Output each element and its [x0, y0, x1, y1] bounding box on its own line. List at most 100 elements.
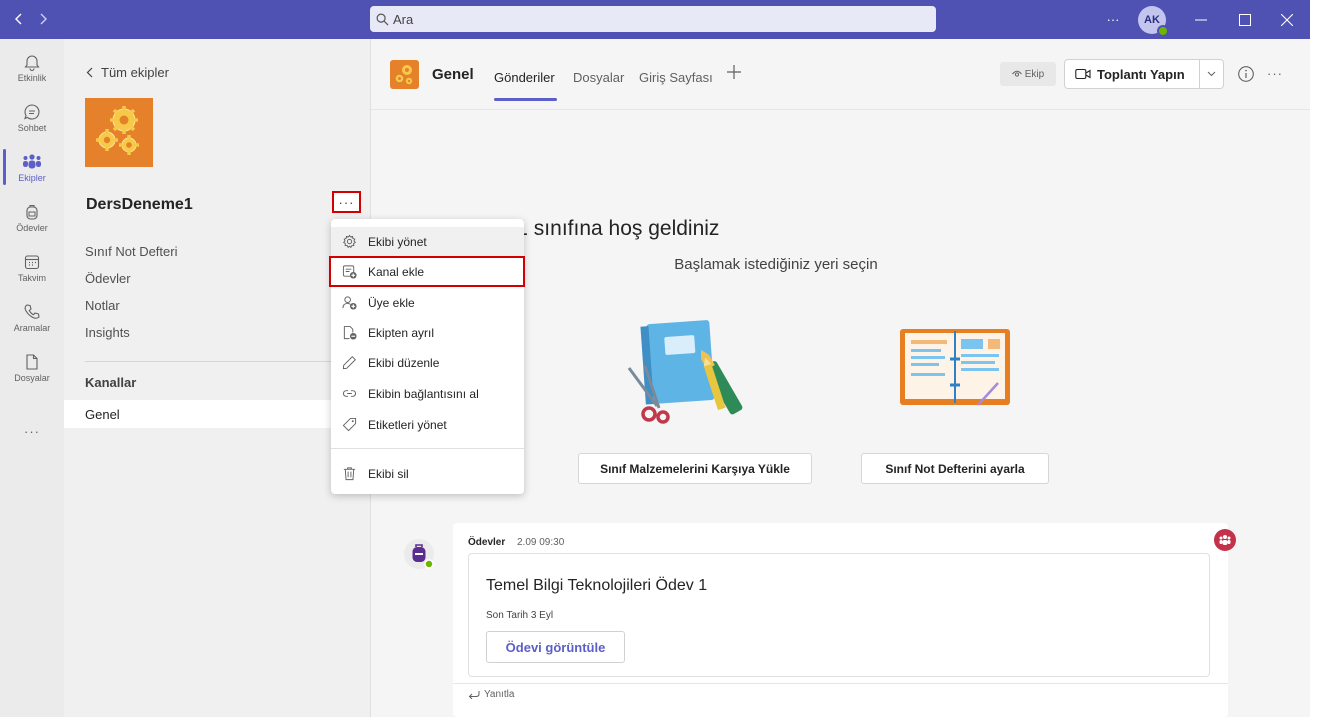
team-pane: Tüm ekipler DersDeneme1 ··· Sınıf Not De… — [64, 39, 371, 717]
leave-icon — [341, 325, 357, 341]
menu-label: Ekibi sil — [368, 466, 409, 481]
view-assignment-button[interactable]: Ödevi görüntüle — [486, 631, 625, 663]
assignment-title: Temel Bilgi Teknolojileri Ödev 1 — [486, 577, 708, 594]
rail-item-teams[interactable]: Ekipler — [0, 143, 64, 193]
team-visibility-chip: Ekip — [1000, 62, 1056, 86]
nav-insights[interactable]: Insights — [85, 325, 130, 340]
info-icon[interactable] — [1237, 65, 1255, 83]
teams-window: Ara ··· AK Etkinlik Sohbet Ekipler Ödevl… — [0, 0, 1320, 717]
add-member-icon — [341, 295, 357, 311]
nav-grades[interactable]: Notlar — [85, 298, 120, 313]
menu-item-edit-team[interactable]: Ekibi düzenle — [331, 348, 524, 377]
meet-now-button[interactable]: Toplantı Yapın — [1064, 59, 1200, 89]
menu-item-manage-tags[interactable]: Etiketleri yönet — [331, 410, 524, 439]
rail-item-activity[interactable]: Etkinlik — [0, 43, 64, 93]
menu-item-add-member[interactable]: Üye ekle — [331, 288, 524, 317]
trash-icon — [341, 466, 357, 482]
rail-item-calendar[interactable]: Takvim — [0, 243, 64, 293]
team-more-options-button[interactable]: ··· — [332, 191, 361, 213]
upload-class-materials-button[interactable]: Sınıf Malzemelerini Karşıya Yükle — [578, 453, 812, 484]
menu-label: Kanal ekle — [368, 264, 425, 279]
window-edge — [1310, 0, 1320, 717]
file-icon — [23, 353, 41, 371]
all-teams-link[interactable]: Tüm ekipler — [86, 65, 169, 80]
phone-icon — [23, 303, 41, 321]
channel-title: Genel — [432, 66, 474, 83]
menu-separator — [331, 448, 524, 449]
rail-more-apps[interactable]: ··· — [0, 421, 64, 441]
assignment-due-date: Son Tarih 3 Eyl — [486, 610, 554, 621]
tab-files[interactable]: Dosyalar — [573, 70, 624, 85]
avatar[interactable]: AK — [1138, 6, 1169, 37]
menu-item-get-link[interactable]: Ekibin bağlantısını al — [331, 379, 524, 408]
chat-icon — [23, 103, 41, 121]
minimize-icon[interactable] — [1184, 0, 1218, 39]
menu-label: Ekibi düzenle — [368, 355, 440, 370]
bell-icon — [23, 53, 41, 71]
menu-item-add-channel[interactable]: Kanal ekle — [329, 256, 525, 287]
rail-item-files[interactable]: Dosyalar — [0, 343, 64, 393]
rail-label-chat: Sohbet — [17, 123, 47, 133]
menu-label: Üye ekle — [368, 295, 415, 310]
rail-label-calendar: Takvim — [17, 273, 46, 283]
gears-icon — [96, 106, 139, 155]
calendar-icon — [23, 253, 41, 271]
menu-item-leave-team[interactable]: Ekipten ayrıl — [331, 318, 524, 347]
menu-item-manage-team[interactable]: Ekibi yönet — [331, 227, 524, 256]
team-badge-icon — [1214, 529, 1236, 551]
team-context-menu: Ekibi yönet Kanal ekle Üye ekle Ekipten … — [329, 219, 525, 494]
channel-logo — [390, 60, 419, 89]
channel-item-genel[interactable]: Genel — [64, 400, 370, 428]
menu-label: Ekipten ayrıl — [368, 325, 435, 340]
rail-item-chat[interactable]: Sohbet — [0, 93, 64, 143]
active-tab-indicator — [494, 98, 557, 101]
nav-assignments[interactable]: Ödevler — [85, 271, 131, 286]
team-logo — [85, 98, 153, 167]
tab-home-page[interactable]: Giriş Sayfası — [639, 70, 713, 85]
rail-label-activity: Etkinlik — [17, 73, 47, 83]
meet-now-label: Toplantı Yapın — [1097, 66, 1185, 82]
rail-item-calls[interactable]: Aramalar — [0, 293, 64, 343]
tag-icon — [341, 417, 357, 433]
setup-class-notebook-button[interactable]: Sınıf Not Defterini ayarla — [861, 453, 1049, 484]
menu-label: Etiketleri yönet — [368, 417, 447, 432]
chevron-down-icon — [1207, 71, 1216, 77]
maximize-icon[interactable] — [1228, 0, 1262, 39]
video-camera-icon — [1075, 68, 1091, 80]
rail-label-teams: Ekipler — [18, 173, 46, 183]
all-teams-label: Tüm ekipler — [101, 65, 169, 80]
reply-label: Yanıtla — [484, 689, 515, 700]
gear-icon — [341, 234, 357, 250]
backpack-icon — [412, 544, 434, 569]
rail-label-files: Dosyalar — [14, 373, 50, 383]
close-icon[interactable] — [1270, 0, 1304, 39]
eye-icon — [1011, 70, 1022, 78]
pencil-icon — [341, 355, 357, 371]
channel-header: Genel Gönderiler Dosyalar Giriş Sayfası … — [371, 39, 1310, 110]
class-notebook-illustration — [898, 323, 1013, 411]
back-arrow-icon[interactable] — [8, 8, 30, 30]
menu-item-delete-team[interactable]: Ekibi sil — [331, 459, 524, 488]
reply-button[interactable]: Yanıtla — [468, 689, 514, 700]
search-icon — [376, 13, 389, 26]
team-chip-label: Ekip — [1024, 68, 1045, 80]
nav-class-notebook[interactable]: Sınıf Not Defteri — [85, 244, 177, 259]
menu-label: Ekibi yönet — [368, 234, 427, 249]
assignments-bot-avatar — [404, 539, 434, 569]
tab-posts[interactable]: Gönderiler — [494, 70, 555, 85]
team-name: DersDeneme1 — [86, 196, 193, 213]
meet-dropdown-button[interactable] — [1200, 59, 1224, 89]
header-more-button[interactable]: ··· — [1267, 66, 1283, 81]
reply-arrow-icon — [468, 690, 480, 699]
forward-arrow-icon[interactable] — [32, 8, 54, 30]
add-tab-icon[interactable] — [726, 64, 742, 80]
reply-divider — [453, 683, 1228, 684]
post-author: Ödevler — [468, 537, 506, 548]
add-channel-icon — [341, 264, 357, 280]
search-input[interactable]: Ara — [370, 6, 936, 32]
search-placeholder: Ara — [393, 11, 414, 27]
assignment-card: Temel Bilgi Teknolojileri Ödev 1 Son Tar… — [468, 553, 1210, 677]
titlebar-more-button[interactable]: ··· — [1100, 0, 1126, 39]
rail-label-calls: Aramalar — [13, 323, 51, 333]
link-icon — [341, 386, 357, 402]
